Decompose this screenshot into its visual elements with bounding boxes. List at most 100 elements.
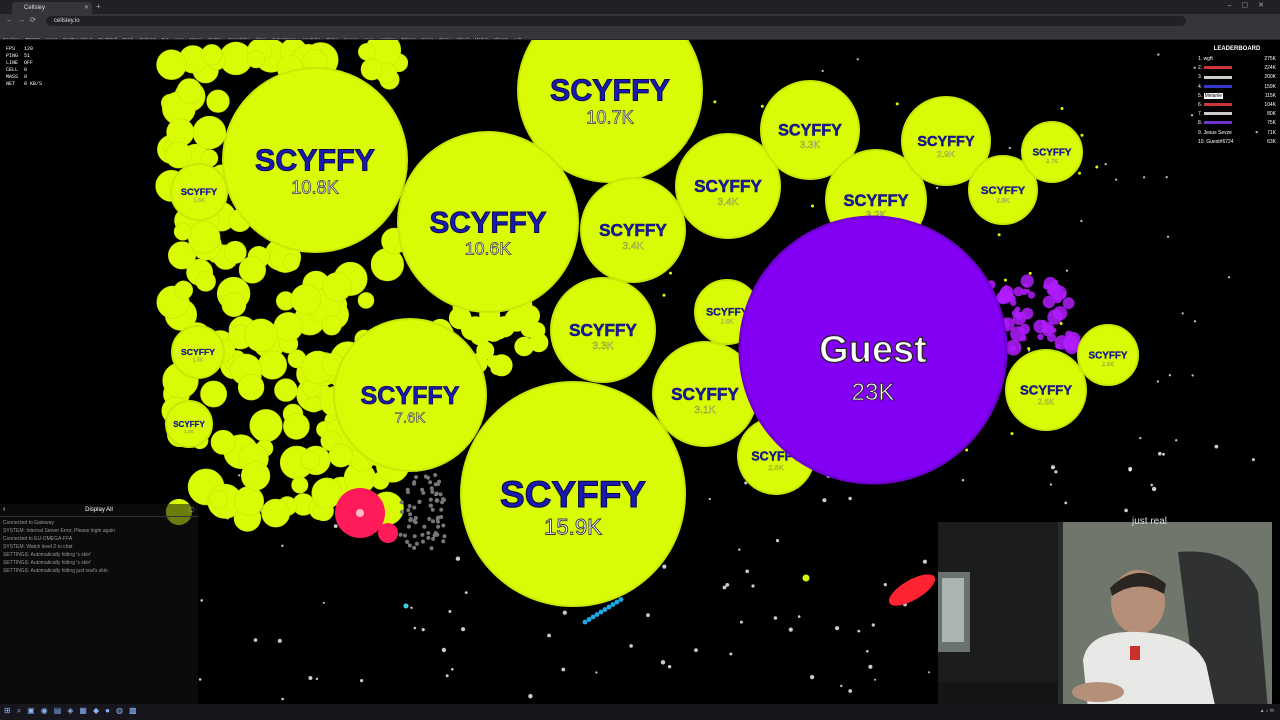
virus-particle: [412, 480, 417, 485]
stat-row: CELL 0: [6, 67, 42, 74]
food-pellet: [360, 679, 364, 683]
player-fragment: [234, 486, 265, 517]
player-cell-mass: 3.1K: [694, 405, 715, 416]
player-cell-name: SCYFFY: [181, 347, 215, 357]
chat-header[interactable]: ‹ Display All ▢: [0, 504, 198, 517]
player-cell-name: SCYFFY: [429, 206, 546, 239]
virus-particle: [405, 487, 410, 492]
close-icon[interactable]: ▢: [188, 504, 194, 516]
virus-particle: [399, 500, 404, 505]
player-fragment: [195, 271, 216, 292]
food-pellet: [322, 601, 325, 604]
chat-line: Connected to Gateway: [3, 520, 54, 526]
virus-particle: [434, 498, 439, 503]
virus-particle: [430, 489, 435, 494]
virus-particle: [432, 533, 437, 538]
leaderboard-row: 3. 200K: [1198, 73, 1276, 82]
player-fragment: [165, 141, 193, 169]
chat-filter-label[interactable]: Display All: [85, 507, 113, 513]
player-fragment: [321, 315, 342, 336]
player-cell-mass: 2.6K: [1038, 398, 1055, 407]
food-pellet: [922, 559, 928, 564]
food-pellet: [1054, 470, 1058, 474]
enemy-streak-dot: [590, 614, 596, 620]
food-pellet: [1150, 483, 1153, 487]
stat-value: 0: [24, 67, 28, 73]
close-icon[interactable]: ✕: [84, 2, 89, 14]
player-fragment: [300, 450, 320, 470]
virus-particle: [414, 541, 419, 546]
taskbar-app-icons[interactable]: ⊞⌕▣◉▤◈▦◆●◍▩: [4, 706, 143, 716]
new-tab-icon[interactable]: +: [96, 2, 101, 11]
player-cell-name: SCYFFY: [981, 185, 1026, 197]
ejected-mass: [997, 233, 1001, 237]
enemy-streak-dot: [602, 607, 608, 612]
guest-cell-name: Guest: [819, 329, 927, 371]
player-cell-mass: 2.5K: [1102, 362, 1114, 368]
player-cell-name: SCYFFY: [843, 192, 908, 210]
player-cell-name: SCYFFY: [694, 176, 762, 196]
player-cell-name: SCYFFY: [671, 384, 739, 404]
food-pellet: [646, 613, 650, 618]
leaderboard-row: 4. 159K: [1198, 83, 1276, 92]
food-pellet: [883, 583, 887, 587]
leaderboard-score: 104K: [1264, 101, 1276, 108]
virus-particle: [442, 534, 447, 539]
food-pellet: [802, 574, 810, 582]
guest-trail-particle: [1019, 323, 1031, 335]
player-cell-mass: 2.8K: [996, 197, 1010, 204]
chevron-left-icon[interactable]: ‹: [3, 504, 5, 516]
stat-label: PING: [6, 53, 19, 59]
food-pellet: [1251, 458, 1255, 462]
stat-value: 0 KB/S: [24, 81, 43, 87]
virus-particle: [439, 507, 444, 512]
virus-particle: [400, 509, 404, 514]
food-pellet: [773, 616, 778, 620]
system-tray[interactable]: ▲ ♪ ✉: [1260, 708, 1274, 714]
food-pellet: [253, 638, 258, 642]
nav-arrows-icon[interactable]: ←→⟳: [6, 16, 41, 24]
browser-tab[interactable]: Cellsley ✕: [12, 2, 92, 14]
player-cell-mass: 15.9K: [544, 515, 602, 540]
leaderboard: LEADERBOARD 1. wgft 275K 2. 224K 3. 200K 4. …: [1198, 46, 1276, 147]
food-pellet: [198, 678, 202, 681]
food-pellet: [1080, 219, 1083, 223]
player-fragment: [490, 362, 504, 375]
leaderboard-name: Melanie: [1203, 92, 1224, 99]
leaderboard-name: Guest#6724: [1206, 138, 1234, 145]
virus-particle: [440, 500, 445, 505]
chat-line: SETTINGS: Automatically hiding 's skin': [3, 552, 92, 558]
food-pellet: [788, 627, 793, 632]
player-fragment: [273, 312, 303, 342]
virus-particle: [406, 508, 411, 513]
food-pellet: [277, 638, 282, 643]
food-pellet: [874, 678, 877, 681]
url-field[interactable]: cellsley.io: [46, 16, 1186, 26]
virus-particle: [421, 490, 426, 495]
food-pellet: [451, 668, 454, 671]
player-cell-mass: 10.7K: [586, 107, 634, 127]
virus-particle: [429, 546, 434, 551]
food-pellet: [935, 186, 939, 190]
virus-particle: [428, 503, 433, 508]
stat-label: CELL: [6, 67, 19, 73]
food-pellet: [729, 652, 733, 656]
food-pellet: [1162, 452, 1165, 456]
guest-cell-mass: 23K: [852, 379, 895, 406]
player-fragment: [322, 272, 352, 302]
player-cell-name: SCYFFY: [173, 420, 205, 429]
player-fragment: [357, 292, 375, 309]
guest-trail-particle: [1060, 292, 1067, 299]
ejected-mass: [713, 100, 717, 104]
food-pellet: [871, 623, 875, 627]
food-pellet: [1214, 444, 1219, 449]
stat-row: PING 51: [6, 53, 42, 60]
food-pellet: [464, 591, 468, 594]
ejected-mass: [1003, 278, 1007, 282]
window-controls[interactable]: –▢✕: [1228, 1, 1274, 9]
food-pellet: [528, 694, 533, 699]
player-fragment: [249, 409, 283, 443]
virus-particle: [398, 532, 403, 537]
virus-particle: [413, 520, 418, 525]
food-pellet: [1181, 312, 1184, 315]
